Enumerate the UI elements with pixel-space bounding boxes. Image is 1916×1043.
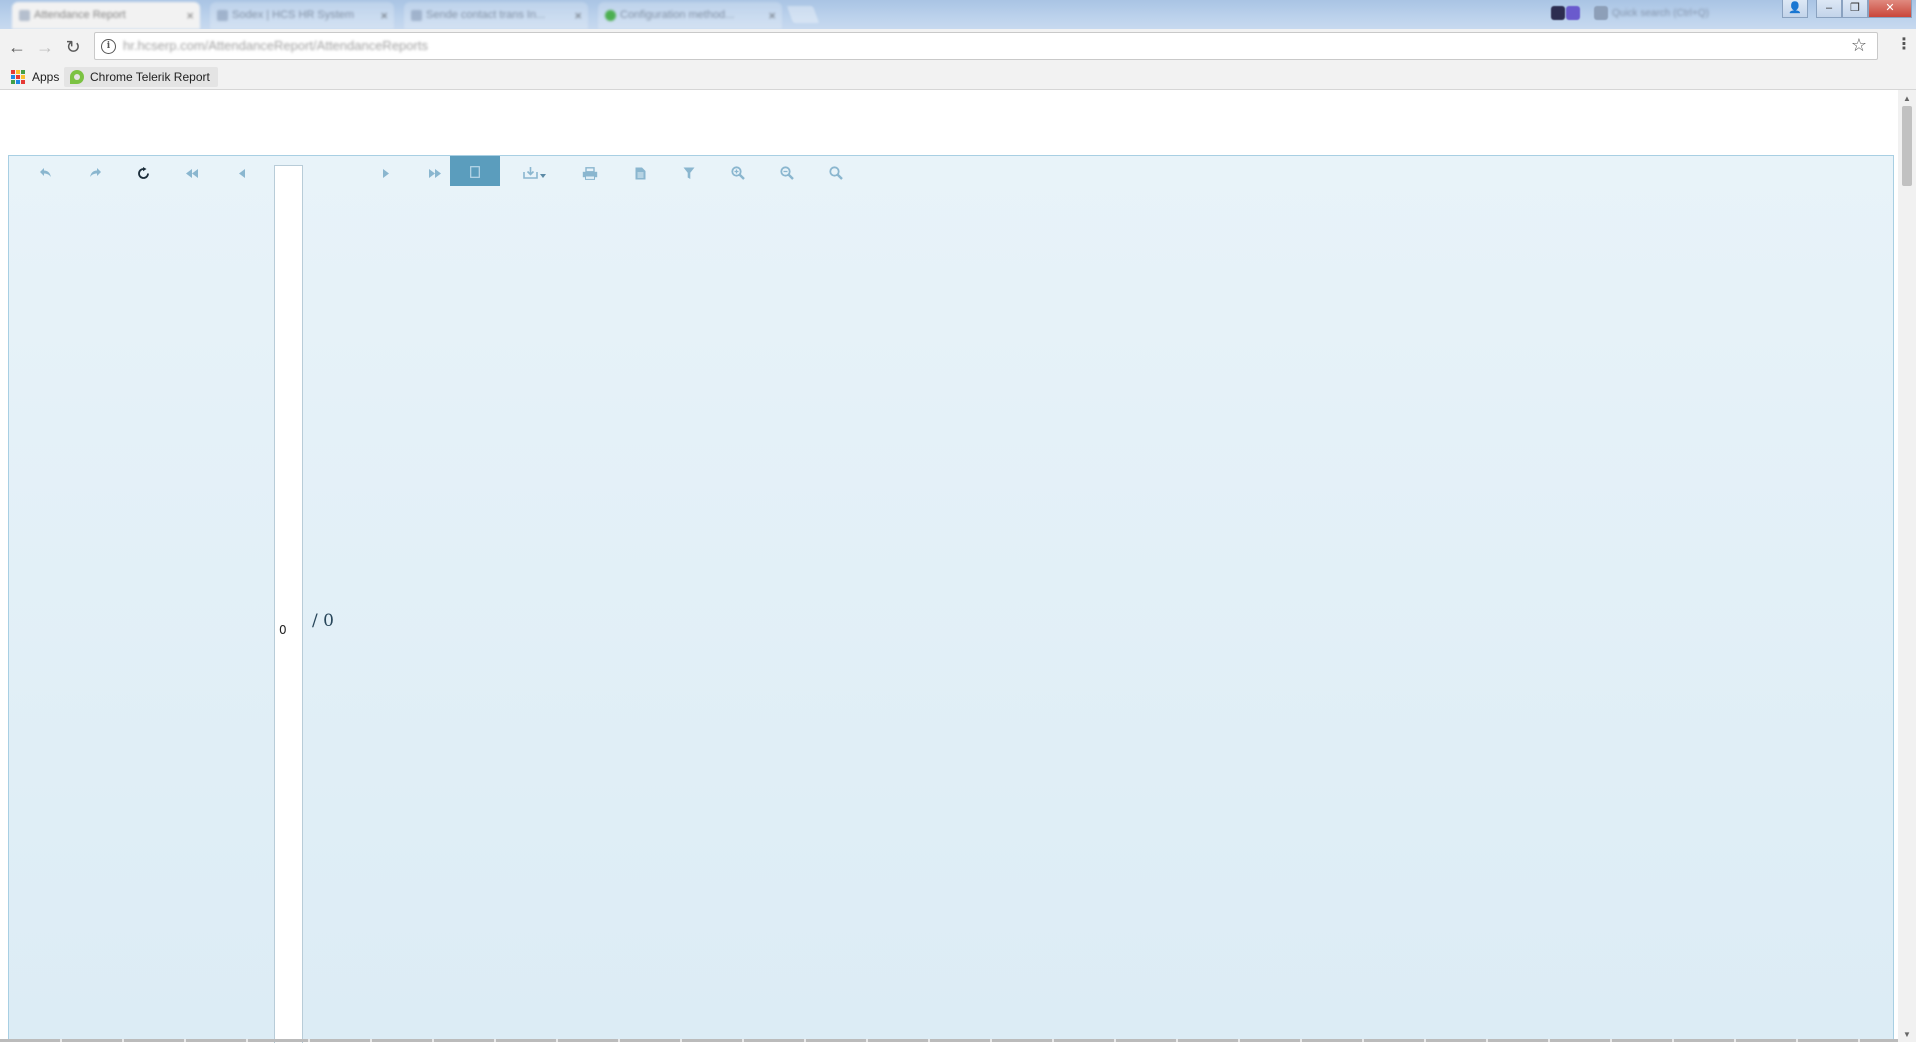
navigate-forward-button[interactable] [75,159,115,186]
apps-grid-icon [11,70,25,84]
url-text[interactable]: hr.hcserp.com/AttendanceReport/Attendanc… [123,33,428,59]
restore-button[interactable]: ❐ [1842,0,1868,18]
zoom-in-icon [731,166,745,181]
print-button[interactable] [570,159,610,186]
refresh-icon [137,166,149,179]
extension-icon[interactable] [1551,6,1565,20]
page-count-label: / 0 [312,611,334,631]
bookmarks-bar: Apps Chrome Telerik Report [0,65,1916,90]
quick-search-field[interactable]: Quick search (Ctrl+Q) [1612,5,1732,23]
extension-icon[interactable] [1566,6,1580,20]
browser-toolbar: ← → ↻ i hr.hcserp.com/AttendanceReport/A… [0,29,1916,65]
bookmark-chrome-telerik-report[interactable]: Chrome Telerik Report [64,67,218,87]
new-tab-button[interactable] [786,6,820,23]
page-number-value[interactable]: 0 [279,623,287,637]
tab-close-icon[interactable]: × [380,2,388,29]
document-map-button[interactable] [620,159,660,186]
scrollbar-thumb[interactable] [1902,106,1912,186]
page-favicon-icon [217,10,228,21]
last-page-icon [429,168,441,178]
bookmark-label: Chrome Telerik Report [90,70,210,84]
page-favicon-icon [605,10,616,21]
next-page-button[interactable] [365,159,405,186]
bookmark-label: Apps [32,70,60,84]
search-button[interactable] [816,159,856,186]
close-window-button[interactable]: ✕ [1868,0,1912,18]
report-viewer: 0 / 0 [8,155,1894,1043]
undo-arrow-icon [40,168,51,178]
zoom-out-button[interactable] [767,159,807,186]
zoom-in-button[interactable] [718,159,758,186]
export-download-icon [523,167,546,180]
tab-title: Sodex | HCS HR System [232,9,355,21]
previous-page-button[interactable] [222,159,262,186]
tab-title: Attendance Report [34,9,126,21]
export-button[interactable] [515,159,555,186]
extension-icon[interactable] [1594,6,1608,20]
tab-configuration[interactable]: Configuration method... × [598,2,782,29]
print-icon [582,166,598,180]
minimize-button[interactable]: – [1816,0,1842,18]
page-icon [470,166,480,179]
profile-button[interactable]: 👤 [1782,0,1808,18]
tab-close-icon[interactable]: × [574,2,582,29]
tab-contact-trans[interactable]: Sende contact trans In... × [404,2,588,29]
last-page-button[interactable] [415,159,455,186]
zoom-out-icon [780,166,794,181]
next-page-icon [382,168,389,178]
telerik-icon [70,70,84,84]
page-favicon-icon [19,10,30,21]
navigate-back-button[interactable] [26,159,66,186]
page-content: 0 / 0 [0,90,1898,1043]
page-vertical-scrollbar[interactable]: ▲ ▼ [1898,90,1916,1042]
page-number-input[interactable]: 0 [274,165,303,1043]
site-info-icon[interactable]: i [101,39,116,54]
address-bar[interactable]: i hr.hcserp.com/AttendanceReport/Attenda… [94,32,1878,60]
tab-close-icon[interactable]: × [768,2,776,29]
tab-sodex-hr[interactable]: Sodex | HCS HR System × [210,2,394,29]
tab-attendance-report[interactable]: Attendance Report × [12,2,200,29]
browser-title-bar: Attendance Report × Sodex | HCS HR Syste… [0,0,1916,29]
search-icon [829,166,843,181]
scroll-up-arrow-icon[interactable]: ▲ [1898,92,1916,106]
print-preview-toggle[interactable] [450,156,500,186]
scroll-down-arrow-icon[interactable]: ▼ [1898,1028,1916,1042]
tab-title: Sende contact trans In... [426,9,546,21]
redo-arrow-icon [90,168,101,178]
back-button[interactable]: ← [6,36,28,58]
filter-icon [683,167,695,179]
document-icon [635,167,645,180]
parameters-button[interactable] [669,159,709,186]
tab-title: Configuration method... [620,9,735,21]
bookmark-apps[interactable]: Apps [8,67,72,87]
tab-close-icon[interactable]: × [186,2,194,29]
refresh-report-button[interactable] [123,159,163,186]
browser-menu-icon[interactable]: ⋮ [1896,35,1912,55]
forward-button[interactable]: → [34,36,56,58]
first-page-icon [186,168,198,178]
first-page-button[interactable] [172,159,212,186]
bookmark-star-icon[interactable]: ☆ [1851,35,1867,56]
previous-page-icon [238,168,245,178]
reload-button[interactable]: ↻ [62,36,84,58]
page-favicon-icon [411,10,422,21]
